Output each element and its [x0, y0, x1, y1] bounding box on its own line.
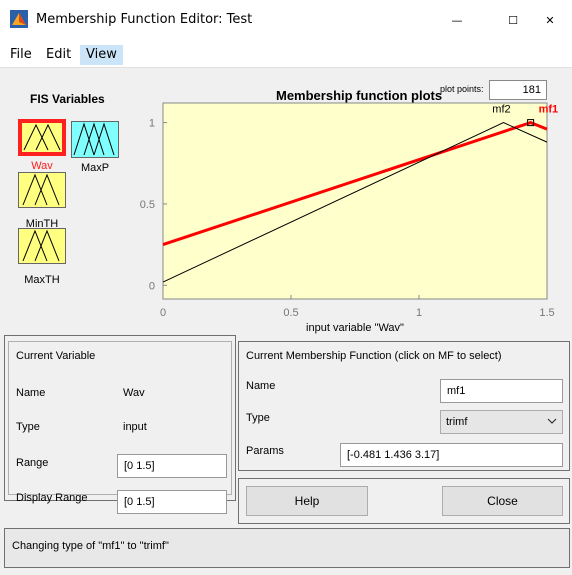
mf-type-select[interactable]: trimf: [440, 410, 563, 434]
display-range-input[interactable]: [0 1.5]: [117, 490, 227, 514]
variable-name-value: Wav: [123, 387, 145, 399]
chevron-down-icon: [547, 418, 557, 424]
current-variable-title: Current Variable: [16, 350, 96, 362]
variable-type-value: input: [123, 421, 147, 433]
x-tick-label: 0: [160, 307, 166, 319]
mf-label-mf1[interactable]: mf1: [539, 104, 559, 116]
variable-name-label: Name: [16, 387, 46, 399]
params-input[interactable]: [-0.481 1.436 3.17]: [340, 443, 563, 467]
variable-type-label: Type: [16, 421, 40, 433]
x-tick-label: 0.5: [283, 307, 298, 319]
x-axis-label: input variable "Wav": [306, 322, 404, 334]
mf-type-value: trimf: [446, 416, 468, 428]
display-range-label: Display Range: [16, 492, 88, 504]
range-input[interactable]: [0 1.5]: [117, 454, 227, 478]
mf-name-label: Name: [246, 380, 276, 392]
help-button[interactable]: Help: [246, 486, 368, 516]
mf-type-label: Type: [246, 412, 270, 424]
mf-label-mf2[interactable]: mf2: [492, 104, 510, 116]
status-message: Changing type of "mf1" to "trimf": [12, 540, 169, 552]
mf-name-input[interactable]: mf1: [440, 379, 563, 403]
range-label: Range: [16, 457, 49, 469]
close-button[interactable]: Close: [442, 486, 563, 516]
x-tick-label: 1.5: [539, 307, 554, 319]
membership-plot[interactable]: 0 0.5 1 1.5 0 0.5 1 mf2 mf1 input variable "Wa…: [0, 0, 572, 335]
y-tick-label: 1: [149, 118, 155, 130]
y-tick-label: 0: [149, 280, 155, 292]
y-tick-label: 0.5: [140, 199, 155, 211]
x-tick-label: 1: [416, 307, 422, 319]
params-label: Params: [246, 445, 284, 457]
plot-area: [162, 102, 548, 300]
current-mf-title: Current Membership Function (click on MF…: [246, 350, 502, 362]
